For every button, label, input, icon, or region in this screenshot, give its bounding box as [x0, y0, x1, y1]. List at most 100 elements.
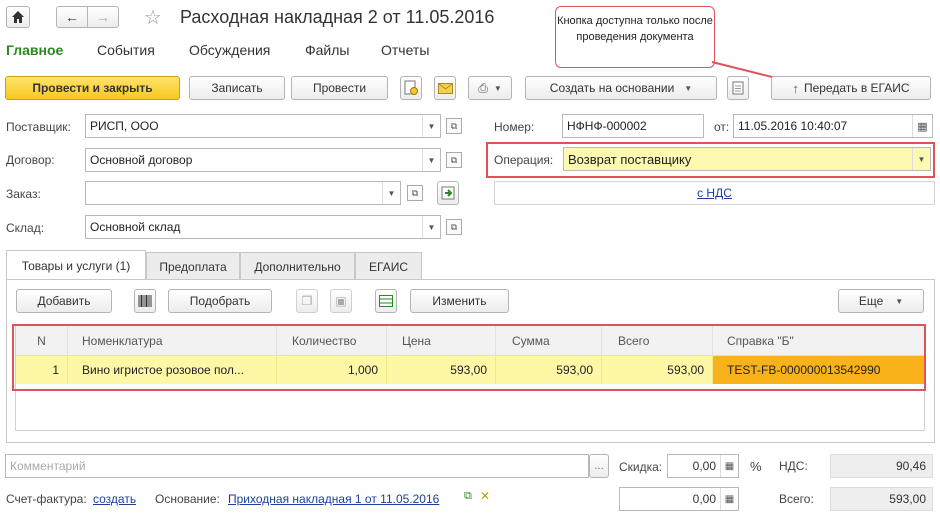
contract-label: Договор:: [6, 153, 55, 167]
basis-document-link[interactable]: Приходная накладная 1 от 11.05.2016: [228, 492, 439, 506]
create-based-on-label: Создать на основании: [549, 81, 675, 95]
send-to-egais-button[interactable]: ↑ Передать в ЕГАИС: [771, 76, 931, 100]
chevron-down-icon[interactable]: ▼: [422, 149, 440, 171]
barcode-button[interactable]: [134, 289, 156, 313]
calculator-icon[interactable]: ▦: [720, 455, 738, 477]
paste-icon: ▣: [335, 294, 347, 308]
chevron-down-icon[interactable]: ▼: [422, 216, 440, 238]
chevron-down-icon: ▼: [493, 83, 502, 93]
nav-tab-discussions[interactable]: Обсуждения: [189, 42, 270, 58]
vat-mode-panel: с НДС: [494, 181, 935, 205]
open-icon[interactable]: ⧉: [446, 118, 462, 134]
discount-field[interactable]: 0,00 ▦: [667, 454, 739, 478]
number-label: Номер:: [494, 120, 535, 134]
edit-button[interactable]: Изменить: [410, 289, 509, 313]
send-to-egais-label: Передать в ЕГАИС: [803, 81, 910, 95]
basis-label: Основание:: [155, 492, 220, 506]
tab-prepayment[interactable]: Предоплата: [146, 252, 240, 280]
contract-field[interactable]: Основной договор ▼: [85, 148, 441, 172]
chevron-down-icon: ▼: [684, 83, 693, 93]
barcode-icon: [138, 295, 152, 307]
open-icon[interactable]: ⧉: [446, 219, 462, 235]
comment-more-button[interactable]: …: [589, 454, 609, 478]
comment-field[interactable]: Комментарий: [5, 454, 589, 478]
back-button[interactable]: ←: [56, 6, 88, 28]
total-value: 593,00: [889, 492, 926, 506]
vat-value: 90,46: [895, 459, 926, 473]
report-button[interactable]: [727, 76, 749, 100]
nav-tab-reports[interactable]: Отчеты: [381, 42, 429, 58]
chevron-down-icon: ▼: [895, 296, 904, 306]
supplier-value: РИСП, ООО: [90, 119, 159, 133]
forward-button[interactable]: →: [87, 6, 119, 28]
number-field[interactable]: НФНФ-000002: [562, 114, 704, 138]
number-value: НФНФ-000002: [567, 119, 647, 133]
home-button[interactable]: [6, 6, 30, 28]
discount-label: Скидка:: [619, 460, 663, 474]
date-label: от:: [714, 120, 730, 134]
tab-goods-services[interactable]: Товары и услуги (1): [6, 250, 146, 280]
supplier-label: Поставщик:: [6, 120, 71, 134]
post-and-close-button[interactable]: Провести и закрыть: [5, 76, 180, 100]
nav-tab-files[interactable]: Файлы: [305, 42, 349, 58]
fill-green-icon: [441, 186, 455, 200]
fill-table-button[interactable]: [375, 289, 397, 313]
document-settings-button[interactable]: [400, 76, 422, 100]
save-button[interactable]: Записать: [189, 76, 285, 100]
envelope-icon: [437, 82, 453, 94]
calendar-icon[interactable]: ▦: [912, 115, 932, 137]
post-button[interactable]: Провести: [291, 76, 388, 100]
table-fill-icon: [379, 295, 393, 307]
calculator-icon[interactable]: ▦: [720, 488, 738, 510]
copy-icon: ❐: [301, 294, 313, 308]
chevron-down-icon[interactable]: ▼: [912, 148, 930, 170]
printer-icon: ⎙: [478, 80, 488, 95]
print-button[interactable]: ⎙ ▼: [468, 76, 512, 100]
callout-note: Кнопка доступна только после проведения …: [555, 6, 715, 68]
order-label: Заказ:: [6, 187, 41, 201]
open-icon[interactable]: ⧉: [407, 185, 423, 201]
vat-mode-link[interactable]: с НДС: [697, 186, 732, 200]
discount-value: 0,00: [692, 459, 716, 473]
operation-field[interactable]: Возврат поставщику ▼: [563, 147, 931, 171]
copy-button[interactable]: ❐: [296, 289, 318, 313]
warehouse-field[interactable]: Основной склад ▼: [85, 215, 441, 239]
add-button[interactable]: Добавить: [16, 289, 112, 313]
tab-egais[interactable]: ЕГАИС: [355, 252, 422, 280]
date-value: 11.05.2016 10:40:07: [738, 119, 848, 133]
date-field[interactable]: 11.05.2016 10:40:07 ▦: [733, 114, 933, 138]
email-button[interactable]: [434, 76, 456, 100]
grand-total: 593,00: [830, 487, 933, 511]
amount-value: 0,00: [692, 492, 716, 506]
order-field[interactable]: ▼: [85, 181, 401, 205]
clear-basis-icon[interactable]: ✕: [480, 489, 490, 503]
more-button[interactable]: Еще ▼: [838, 289, 924, 313]
pick-button[interactable]: Подобрать: [168, 289, 272, 313]
document-clock-icon: [404, 80, 418, 95]
percent-sign: %: [750, 459, 762, 474]
vat-label: НДС:: [779, 459, 808, 473]
arrow-left-icon: ←: [65, 9, 79, 25]
open-icon[interactable]: ⧉: [446, 152, 462, 168]
window-title: Расходная накладная 2 от 11.05.2016: [180, 7, 495, 27]
comment-placeholder: Комментарий: [10, 459, 86, 473]
table-highlight: [12, 324, 926, 391]
paste-button[interactable]: ▣: [330, 289, 352, 313]
nav-tab-events[interactable]: События: [97, 42, 155, 58]
vat-total: 90,46: [830, 454, 933, 478]
pick-basis-icon[interactable]: ⧉: [464, 490, 472, 503]
create-invoice-link[interactable]: создать: [93, 492, 136, 506]
amount-field[interactable]: 0,00 ▦: [619, 487, 739, 511]
warehouse-value: Основной склад: [90, 220, 181, 234]
chevron-down-icon[interactable]: ▼: [422, 115, 440, 137]
document-icon: [732, 81, 744, 95]
supplier-field[interactable]: РИСП, ООО ▼: [85, 114, 441, 138]
tab-additional[interactable]: Дополнительно: [240, 252, 355, 280]
nav-tab-main[interactable]: Главное: [6, 42, 63, 58]
star-icon[interactable]: ☆: [144, 5, 162, 30]
operation-label: Операция:: [494, 153, 554, 167]
fill-order-button[interactable]: [437, 181, 459, 205]
invoice-label: Счет-фактура:: [6, 492, 87, 506]
chevron-down-icon[interactable]: ▼: [382, 182, 400, 204]
create-based-on-button[interactable]: Создать на основании ▼: [525, 76, 717, 100]
